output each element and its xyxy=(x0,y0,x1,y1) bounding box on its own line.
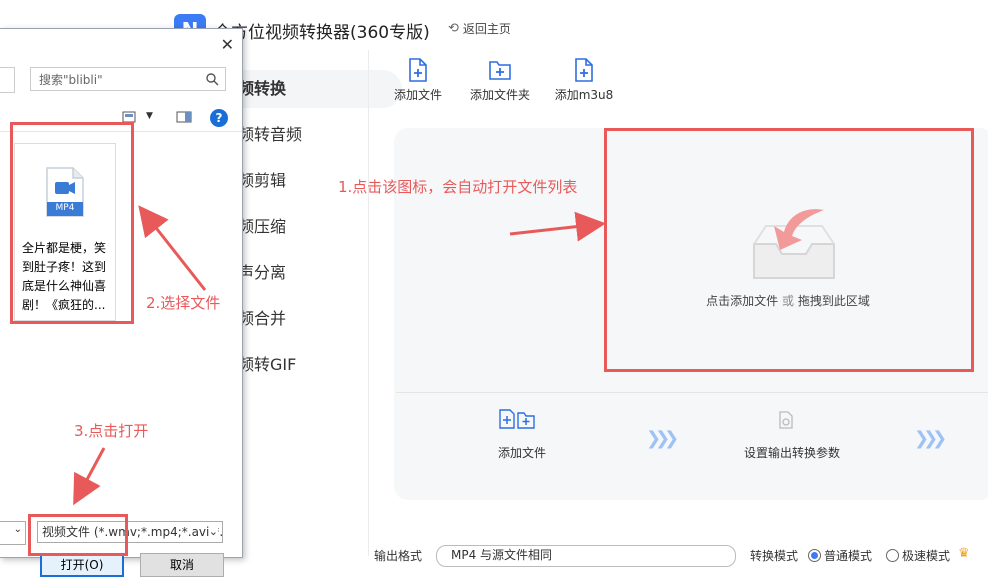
arrow-to-dropzone xyxy=(509,211,606,242)
arrow-to-open xyxy=(73,447,106,506)
cancel-button[interactable]: 取消 xyxy=(140,553,224,577)
annotation-arrows xyxy=(73,205,606,506)
arrow-to-file xyxy=(138,205,207,291)
open-button[interactable]: 打开(O) xyxy=(40,553,124,577)
